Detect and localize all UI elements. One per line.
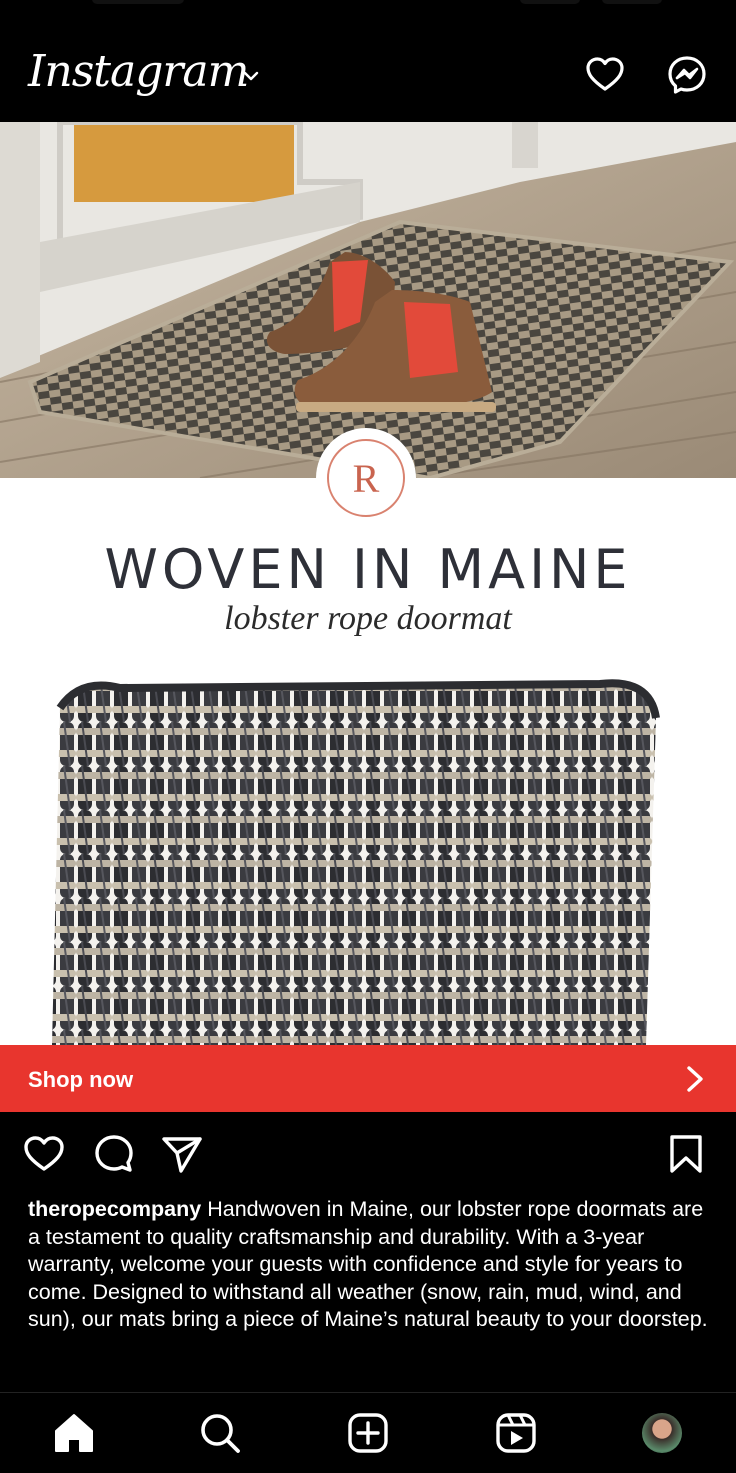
brand-initial: R <box>352 455 380 501</box>
create-icon[interactable] <box>346 1411 390 1455</box>
ad-subheadline: lobster rope doormat <box>224 600 512 637</box>
comment-icon[interactable] <box>92 1132 136 1176</box>
ad-headline: WOVEN IN MAINE <box>104 538 632 601</box>
doormat-porch-photo <box>0 122 736 478</box>
save-icon[interactable] <box>664 1132 708 1176</box>
brand-logo: R <box>318 430 414 526</box>
doormat-product-image <box>52 679 660 1045</box>
like-icon[interactable] <box>22 1132 66 1176</box>
brand-logo-mark: R <box>327 439 405 517</box>
ad-creative[interactable]: R WOVEN IN MAINE lobster rope doormat <box>0 122 736 1045</box>
status-bar <box>0 0 736 22</box>
profile-avatar[interactable] <box>642 1413 682 1453</box>
post-actions <box>0 1112 736 1196</box>
shop-now-button[interactable]: Shop now <box>0 1045 736 1112</box>
status-bar-element <box>602 0 662 4</box>
home-icon[interactable] <box>52 1411 96 1455</box>
app-header: Instagram <box>0 22 736 122</box>
status-bar-element <box>92 0 184 4</box>
chevron-down-icon[interactable] <box>242 70 260 82</box>
chevron-right-icon <box>687 1066 703 1092</box>
bottom-nav <box>0 1392 736 1473</box>
status-bar-element <box>520 0 580 4</box>
reels-icon[interactable] <box>494 1411 538 1455</box>
search-icon[interactable] <box>198 1411 242 1455</box>
heart-icon[interactable] <box>584 54 626 96</box>
share-icon[interactable] <box>160 1132 204 1176</box>
shop-now-label: Shop now <box>28 1067 134 1092</box>
post-username[interactable]: theropecompany <box>28 1197 201 1221</box>
messenger-icon[interactable] <box>666 54 708 96</box>
post-caption: theropecompany Handwoven in Maine, our l… <box>28 1196 718 1334</box>
instagram-logo[interactable]: Instagram <box>28 46 249 97</box>
